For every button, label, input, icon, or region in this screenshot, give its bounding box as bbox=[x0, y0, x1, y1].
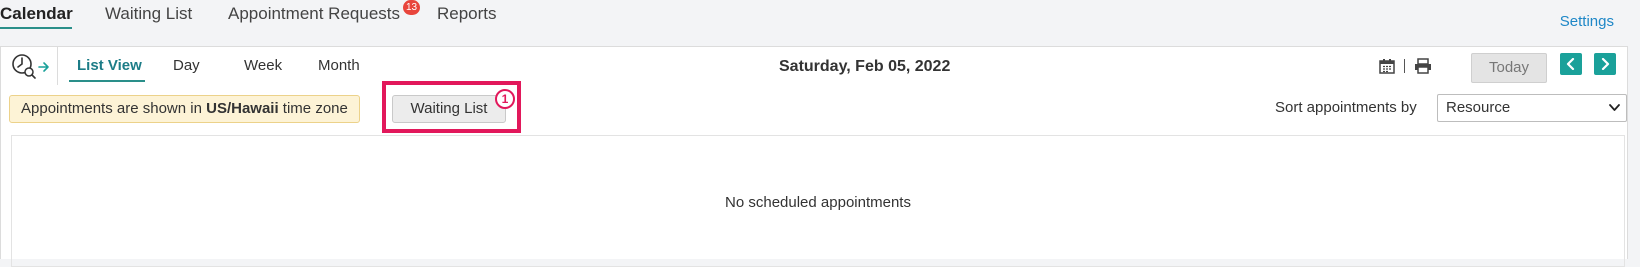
appointments-list-area: No scheduled appointments bbox=[11, 135, 1625, 267]
tab-calendar[interactable]: Calendar bbox=[0, 4, 73, 24]
view-tab-list[interactable]: List View bbox=[77, 57, 142, 74]
tab-appointment-requests[interactable]: Appointment Requests bbox=[228, 4, 400, 24]
current-date-title: Saturday, Feb 05, 2022 bbox=[779, 58, 951, 75]
calendar-icon[interactable] bbox=[1379, 58, 1395, 74]
annotation-step-badge: 1 bbox=[495, 89, 515, 109]
chevron-right-icon bbox=[1601, 58, 1610, 70]
view-tab-month[interactable]: Month bbox=[318, 57, 360, 74]
sort-label: Sort appointments by bbox=[1275, 99, 1417, 116]
top-navigation: Calendar Waiting List Appointment Reques… bbox=[0, 0, 1640, 42]
view-tab-underline bbox=[69, 80, 145, 82]
toolbar-divider bbox=[1404, 59, 1405, 73]
view-tab-day[interactable]: Day bbox=[173, 57, 200, 74]
settings-link[interactable]: Settings bbox=[1560, 13, 1614, 30]
timezone-notice-suffix: time zone bbox=[278, 100, 348, 117]
today-button[interactable]: Today bbox=[1471, 53, 1547, 83]
timezone-notice: Appointments are shown in US/Hawaii time… bbox=[9, 95, 360, 123]
timezone-notice-prefix: Appointments are shown in bbox=[21, 100, 207, 117]
tab-reports[interactable]: Reports bbox=[437, 4, 497, 24]
active-tab-underline bbox=[0, 27, 72, 29]
next-date-button[interactable] bbox=[1594, 53, 1616, 75]
empty-state-message: No scheduled appointments bbox=[725, 194, 911, 211]
view-tab-week[interactable]: Week bbox=[244, 57, 282, 74]
sort-select-value: Resource bbox=[1446, 99, 1511, 116]
tab-waiting-list[interactable]: Waiting List bbox=[105, 4, 192, 24]
print-icon[interactable] bbox=[1414, 58, 1432, 74]
appointment-requests-count-badge: 13 bbox=[403, 0, 420, 15]
chevron-down-icon bbox=[1609, 104, 1620, 111]
previous-date-button[interactable] bbox=[1560, 53, 1582, 75]
time-search-button[interactable] bbox=[1, 47, 58, 85]
chevron-left-icon bbox=[1566, 58, 1575, 70]
calendar-panel: List View Day Week Month Saturday, Feb 0… bbox=[0, 46, 1628, 267]
sort-select[interactable]: Resource bbox=[1437, 94, 1627, 122]
waiting-list-button[interactable]: Waiting List bbox=[392, 95, 506, 123]
timezone-name: US/Hawaii bbox=[206, 100, 279, 117]
calendar-toolbar: List View Day Week Month Saturday, Feb 0… bbox=[1, 47, 1627, 87]
clock-search-icon bbox=[12, 54, 49, 79]
